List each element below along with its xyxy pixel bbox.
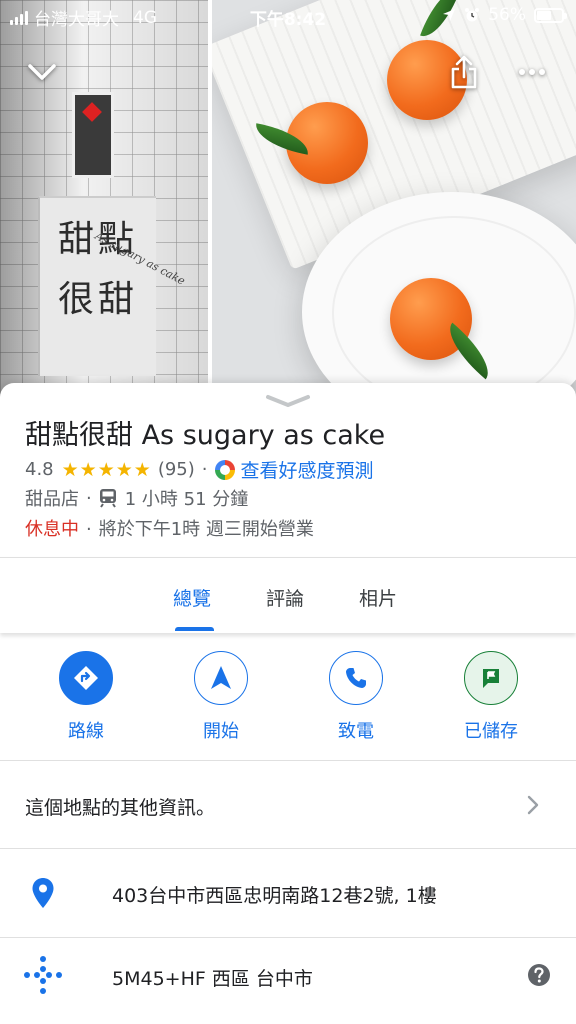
- place-sheet: 甜點很甜 As sugary as cake 4.8 ★★★★★ (95) · …: [0, 383, 576, 1024]
- call-label: 致電: [338, 721, 374, 742]
- hours-row[interactable]: 休息中 · 將於下午1時 週三開始營業: [25, 515, 314, 541]
- chevron-right-icon: [527, 795, 539, 815]
- opening-hours: 將於下午1時 週三開始營業: [98, 519, 314, 540]
- location-arrow-icon: [443, 9, 456, 21]
- saved-flag-icon: [483, 669, 499, 688]
- more-info-row[interactable]: 這個地點的其他資訊。: [0, 760, 576, 848]
- category-row: 甜品店 · 1 小時 51 分鐘: [25, 485, 248, 511]
- transit-icon: [99, 489, 116, 508]
- directions-button[interactable]: 路線: [31, 651, 141, 743]
- directions-label: 路線: [68, 721, 104, 742]
- chevron-down-handle-icon: [266, 395, 310, 407]
- sentiment-link[interactable]: 查看好感度預測: [241, 456, 374, 483]
- more-options-button[interactable]: [510, 50, 554, 94]
- address-text: 403台中市西區忠明南路12巷2號, 1樓: [112, 885, 437, 907]
- navigation-icon: [211, 666, 231, 689]
- rating-stars[interactable]: ★★★★★: [62, 459, 152, 481]
- help-icon[interactable]: [527, 963, 551, 987]
- plus-code-row[interactable]: 5M45+HF 西區 台中市: [0, 937, 576, 1024]
- collapse-button[interactable]: [20, 50, 64, 94]
- rating-row: 4.8 ★★★★★ (95) · 查看好感度預測: [25, 456, 374, 483]
- more-icon: [519, 69, 545, 75]
- tab-photos[interactable]: 相片: [359, 584, 397, 611]
- chevron-down-icon: [28, 64, 56, 80]
- battery-percent: 56%: [488, 5, 526, 25]
- tab-overview[interactable]: 總覽: [173, 584, 211, 611]
- saved-button[interactable]: 已儲存: [436, 651, 546, 743]
- alarm-icon: [465, 8, 480, 22]
- share-icon: [451, 55, 477, 89]
- start-label: 開始: [203, 721, 239, 742]
- review-count[interactable]: (95): [158, 459, 195, 480]
- open-status: 休息中: [25, 519, 79, 540]
- directions-icon: [74, 666, 98, 690]
- plus-code-text: 5M45+HF 西區 台中市: [112, 968, 313, 990]
- active-tab-indicator: [175, 627, 214, 631]
- google-logo-icon: [214, 459, 235, 480]
- status-bar: 台灣大哥大 4G 下午8:42 56%: [0, 0, 576, 32]
- place-title: 甜點很甜 As sugary as cake: [25, 420, 386, 451]
- location-pin-icon: [32, 878, 54, 908]
- phone-icon: [346, 668, 366, 688]
- place-category: 甜品店: [25, 489, 79, 510]
- battery-icon: [534, 7, 567, 23]
- tab-reviews[interactable]: 評論: [266, 584, 304, 611]
- call-button[interactable]: 致電: [301, 651, 411, 743]
- share-button[interactable]: [442, 50, 486, 94]
- place-photos[interactable]: 甜點 很甜 As sugary as cake: [0, 0, 576, 400]
- address-row[interactable]: 403台中市西區忠明南路12巷2號, 1樓: [0, 848, 576, 937]
- sheet-drag-handle[interactable]: [264, 393, 312, 412]
- more-info-text: 這個地點的其他資訊。: [25, 797, 216, 819]
- transit-time: 1 小時 51 分鐘: [124, 489, 249, 510]
- action-buttons: 路線 開始 致電 已儲存: [0, 651, 576, 761]
- shop-window: [72, 92, 114, 178]
- shop-sign-text-2: 很甜: [58, 279, 139, 320]
- place-tabs: 總覽 評論 相片: [0, 557, 576, 633]
- rating-value: 4.8: [25, 459, 54, 480]
- saved-label: 已儲存: [464, 721, 518, 742]
- start-navigation-button[interactable]: 開始: [166, 651, 276, 743]
- plus-code-icon: [24, 956, 62, 994]
